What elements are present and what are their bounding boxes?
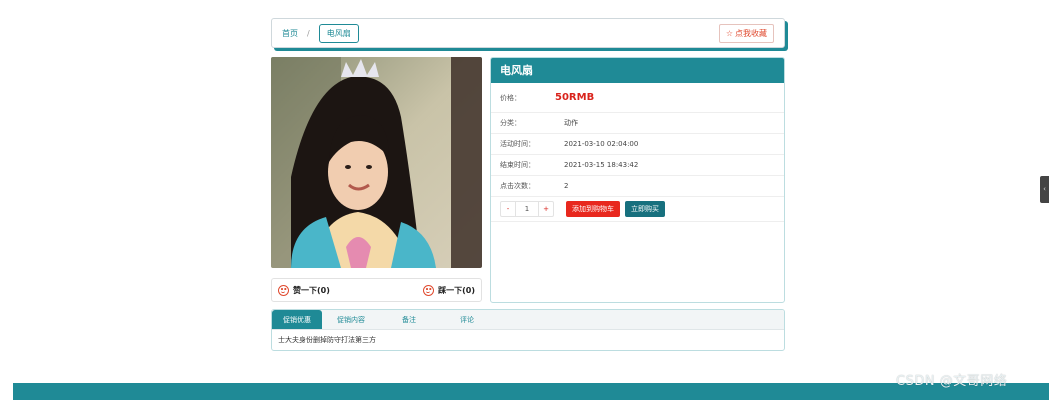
quantity-stepper: - 1 + (500, 201, 554, 217)
info-row-clicks: 点击次数： 2 (491, 176, 784, 197)
dislike-button[interactable]: 踩一下(0) (423, 284, 475, 296)
watermark: CSDN @文哥网络 (896, 374, 1008, 389)
tab-comments[interactable]: 评论 (438, 310, 496, 329)
field-label: 活动时间： (500, 140, 535, 148)
tab-promotion-content[interactable]: 促销内容 (322, 310, 380, 329)
info-row-start-time: 活动时间： 2021-03-10 02:04:00 (491, 134, 784, 155)
info-row-end-time: 结束时间： 2021-03-15 18:43:42 (491, 155, 784, 176)
product-detail-page: 首页 / 电风扇 ☆ 点我收藏 赞一下(0) 踩一下(0) 电风扇 价格： 50… (0, 0, 1049, 400)
price-row: 价格： 50RMB (491, 83, 784, 113)
field-value: 2021-03-15 18:43:42 (564, 161, 639, 169)
tab-promotion[interactable]: 促销优惠 (272, 310, 322, 329)
field-label: 结束时间： (500, 161, 535, 169)
like-button[interactable]: 赞一下(0) (278, 284, 330, 296)
breadcrumb-home-link[interactable]: 首页 (282, 28, 298, 39)
favorite-button[interactable]: ☆ 点我收藏 (718, 23, 774, 43)
breadcrumb-current[interactable]: 电风扇 (318, 23, 359, 43)
field-value: 2021-03-10 02:04:00 (564, 140, 639, 148)
increment-button[interactable]: + (539, 202, 553, 216)
purchase-actions: - 1 + 添加到购物车 立即购买 (491, 197, 784, 222)
breadcrumb: 首页 / 电风扇 ☆ 点我收藏 (271, 18, 785, 48)
field-label: 分类： (500, 119, 521, 127)
add-to-cart-button[interactable]: 添加到购物车 (566, 201, 620, 217)
detail-tabs: 促销优惠 促销内容 备注 评论 士大夫身份删掉防守打法第三方 (271, 309, 785, 351)
tab-bar: 促销优惠 促销内容 备注 评论 (272, 310, 784, 330)
side-collapse-handle[interactable]: ‹ (1040, 176, 1049, 203)
field-value: 动作 (564, 119, 578, 127)
price-value: 50RMB (555, 92, 595, 103)
like-label: 赞一下(0) (293, 285, 330, 295)
buy-now-button[interactable]: 立即购买 (625, 201, 665, 217)
price-label: 价格： (500, 93, 521, 102)
product-info-panel: 电风扇 价格： 50RMB 分类： 动作 活动时间： 2021-03-10 02… (490, 57, 785, 303)
smile-icon (423, 284, 435, 296)
breadcrumb-separator: / (307, 28, 310, 38)
field-value: 2 (564, 182, 569, 190)
quantity-input[interactable]: 1 (515, 202, 539, 216)
star-icon: ☆ (725, 28, 733, 38)
decrement-button[interactable]: - (501, 202, 515, 216)
product-title: 电风扇 (491, 58, 784, 83)
tab-content: 士大夫身份删掉防守打法第三方 (278, 336, 376, 344)
field-label: 点击次数： (500, 182, 535, 190)
smile-icon (278, 284, 289, 296)
info-row-category: 分类： 动作 (491, 113, 784, 134)
tab-notes[interactable]: 备注 (380, 310, 438, 329)
dislike-label: 踩一下(0) (438, 285, 475, 295)
product-image (271, 57, 482, 268)
footer-bar (13, 383, 1049, 400)
favorite-label: 点我收藏 (735, 28, 767, 38)
vote-bar: 赞一下(0) 踩一下(0) (271, 278, 482, 302)
